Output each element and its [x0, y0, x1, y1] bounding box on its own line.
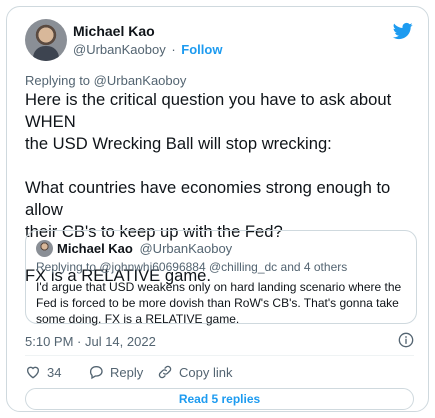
quoted-author-name: Michael Kao	[57, 241, 133, 256]
read-replies-button[interactable]: Read 5 replies	[25, 388, 414, 410]
reply-label: Reply	[110, 364, 144, 380]
follow-button[interactable]: Follow	[181, 42, 222, 57]
reply-icon	[89, 366, 103, 380]
replying-prefix: Replying to	[25, 73, 91, 88]
like-count: 34	[47, 364, 62, 380]
link-icon	[158, 365, 172, 379]
tweet-header: Michael Kao @UrbanKaoboy · Follow	[25, 19, 414, 65]
quoted-author: Michael Kao @UrbanKaoboy	[57, 241, 232, 256]
quoted-replying-to: Replying to @johnwhi60696884 @chilling_d…	[36, 260, 348, 274]
divider	[25, 355, 414, 356]
author-name[interactable]: Michael Kao	[73, 23, 155, 39]
copy-link-label: Copy link	[179, 364, 233, 380]
timestamp[interactable]: 5:10 PM · Jul 14, 2022	[25, 334, 156, 349]
like-button[interactable]: 34	[25, 364, 61, 380]
author-handle[interactable]: @UrbanKaoboy	[73, 42, 166, 57]
quoted-text: I'd argue that USD weakens only on hard …	[36, 280, 402, 326]
heart-icon	[26, 366, 40, 379]
quoted-avatar	[36, 240, 53, 257]
tweet-card: Michael Kao @UrbanKaoboy · Follow Replyi…	[6, 6, 429, 412]
replying-to: Replying to @UrbanKaoboy	[25, 73, 186, 88]
info-icon[interactable]	[398, 332, 414, 348]
copy-link-button[interactable]: Copy link	[157, 364, 232, 380]
twitter-bird-icon[interactable]	[392, 21, 414, 41]
reply-button[interactable]: Reply	[88, 364, 143, 380]
replying-handle[interactable]: @UrbanKaoboy	[94, 73, 187, 88]
author-handle-row: @UrbanKaoboy · Follow	[73, 42, 222, 57]
quoted-author-handle: @UrbanKaoboy	[139, 241, 233, 256]
avatar[interactable]	[25, 19, 67, 61]
separator: ·	[171, 42, 176, 57]
quoted-tweet[interactable]: Michael Kao @UrbanKaoboy Replying to @jo…	[25, 230, 417, 326]
